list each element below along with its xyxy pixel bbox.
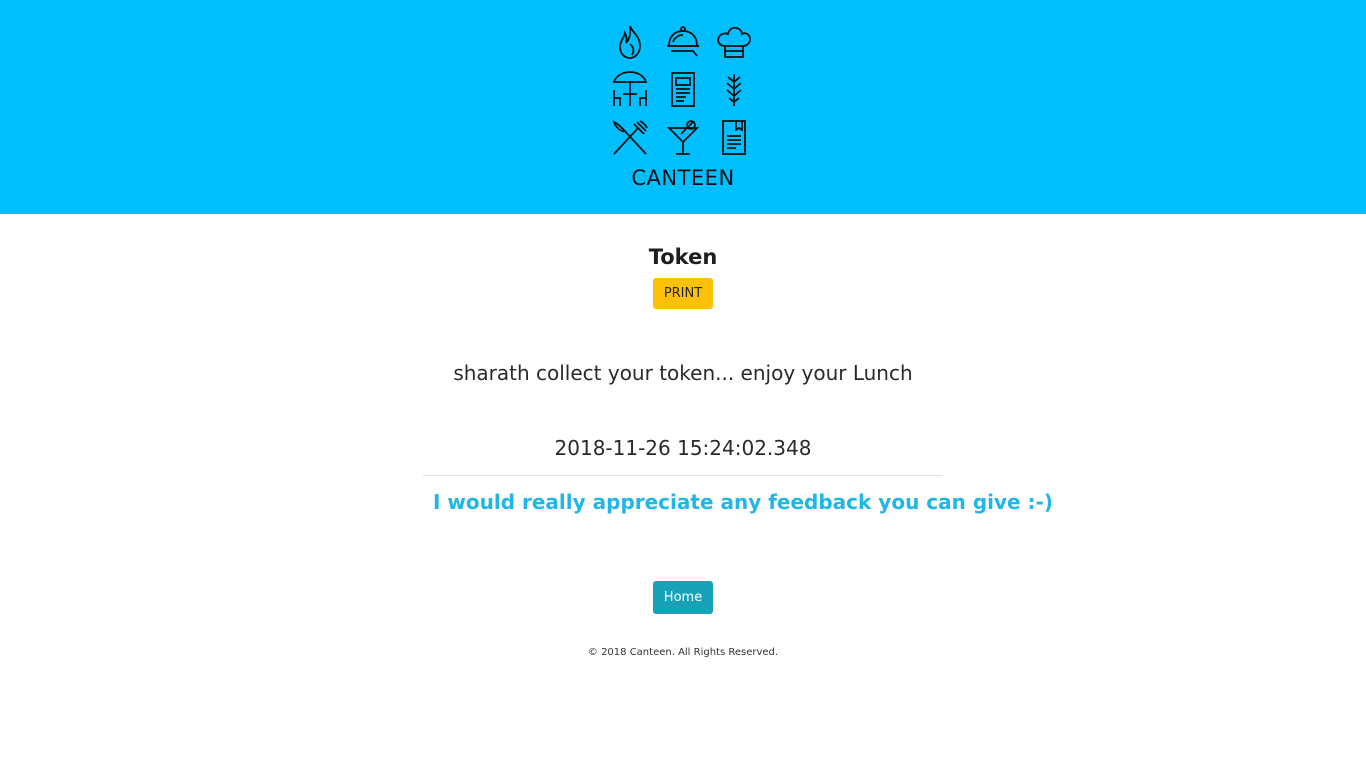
feedback-link[interactable]: I would really appreciate any feedback y…: [433, 490, 1053, 514]
page-title: Token: [648, 245, 718, 269]
menu-card-icon: [671, 72, 695, 107]
wheat-icon: [726, 74, 742, 106]
chef-hat-icon: [717, 26, 751, 58]
canteen-logo: [606, 18, 760, 162]
brand-title: CANTEEN: [631, 166, 735, 190]
page-header: CANTEEN: [0, 0, 1366, 214]
flame-icon: [619, 25, 641, 59]
umbrella-table-icon: [612, 71, 648, 106]
token-message: sharath collect your token... enjoy your…: [453, 361, 913, 385]
home-button[interactable]: Home: [653, 581, 713, 614]
fork-knife-icon: [612, 120, 648, 155]
token-timestamp: 2018-11-26 15:24:02.348: [554, 436, 812, 460]
cocktail-icon: [666, 120, 700, 155]
footer-copyright: © 2018 Canteen. All Rights Reserved.: [587, 647, 779, 658]
cloche-icon: [667, 26, 699, 57]
print-button[interactable]: PRINT: [653, 278, 713, 309]
recipe-book-icon: [722, 120, 746, 155]
divider: [423, 475, 943, 476]
